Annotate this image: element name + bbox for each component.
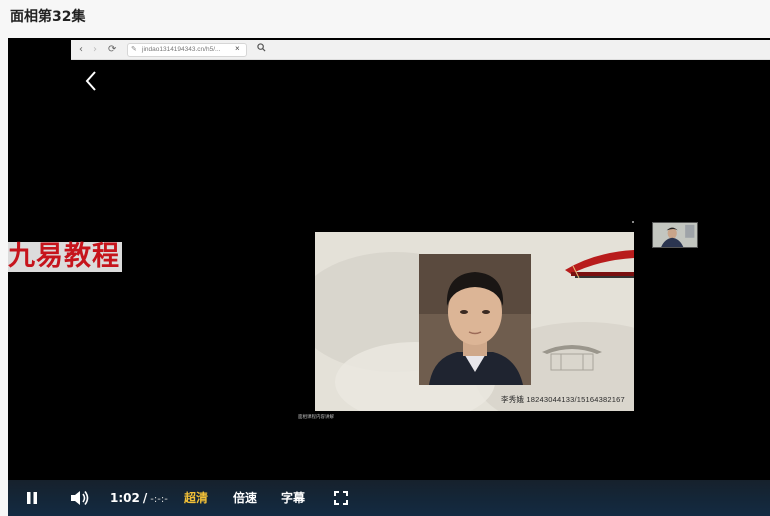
video-player[interactable]: ‹ › ⟳ ✎ jindao1314194343.cn/h5/... × 九易教… (8, 38, 770, 516)
current-time: 1:02 (110, 491, 140, 505)
speed-button[interactable]: 倍速 (233, 480, 257, 516)
speaker-portrait (419, 254, 531, 385)
slide-contact-text: 李秀娥 18243044133/15164382167 (501, 395, 625, 404)
watermark-logo: 九易教程 (8, 241, 122, 272)
webcam-overlay (652, 222, 698, 248)
pip-indicator (632, 221, 634, 223)
pavilion-sketch-icon (542, 345, 602, 371)
page-title: 面相第32集 (10, 9, 86, 25)
time-separator: / (142, 491, 148, 505)
fullscreen-icon[interactable] (334, 491, 348, 505)
browser-url-field: ✎ jindao1314194343.cn/h5/... (127, 43, 247, 57)
playback-time: 1:02/-:-:- (110, 480, 168, 516)
search-icon (257, 43, 266, 54)
lecture-slide: 李秀娥 18243044133/15164382167 (315, 232, 634, 411)
quality-button[interactable]: 超清 (184, 480, 208, 516)
subtitle-button[interactable]: 字幕 (281, 480, 305, 516)
slide-caption: 面相课程内容讲解 (298, 414, 334, 419)
pagoda-roof-icon (565, 250, 634, 279)
browser-forward-icon: › (93, 44, 97, 55)
back-arrow-icon[interactable] (80, 68, 102, 94)
browser-back-icon: ‹ (79, 44, 83, 55)
page-header: 面相第32集 (0, 0, 770, 38)
tab-close-icon: × (235, 44, 240, 53)
edit-icon: ✎ (131, 46, 137, 53)
volume-icon[interactable] (70, 490, 90, 506)
video-controls-bar: 1:02/-:-:- 超清 倍速 字幕 (8, 480, 770, 516)
total-time: -:-:- (150, 494, 168, 505)
embedded-browser-bar: ‹ › ⟳ ✎ jindao1314194343.cn/h5/... × (71, 40, 770, 60)
browser-reload-icon: ⟳ (108, 44, 117, 55)
pause-icon[interactable] (26, 491, 38, 505)
browser-url-text: jindao1314194343.cn/h5/... (142, 46, 221, 53)
